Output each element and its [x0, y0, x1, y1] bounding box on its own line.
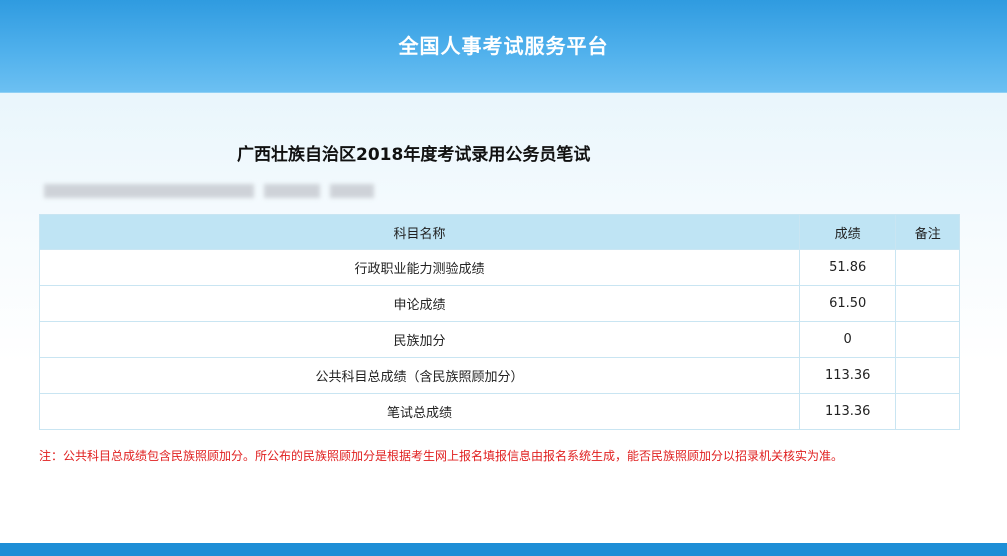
- table-row: 申论成绩 61.50: [39, 285, 960, 322]
- header-note: 备注: [895, 214, 960, 250]
- row-score: 61.50: [798, 285, 897, 322]
- header-score: 成绩: [798, 214, 897, 250]
- row-note: [895, 357, 960, 394]
- table-row: 民族加分 0: [39, 321, 960, 358]
- redacted-candidate-info: [44, 184, 254, 198]
- row-score: 0: [798, 321, 897, 358]
- row-note: [895, 285, 960, 322]
- row-score: 113.36: [798, 393, 897, 430]
- row-subject: 民族加分: [39, 321, 800, 358]
- redacted-candidate-name: [330, 184, 374, 198]
- site-title: 全国人事考试服务平台: [398, 34, 609, 58]
- row-subject: 公共科目总成绩（含民族照顾加分）: [39, 357, 800, 394]
- score-table: 科目名称 成绩 备注 行政职业能力测验成绩 51.86 申论成绩 61.50 民…: [39, 214, 960, 430]
- row-note: [895, 321, 960, 358]
- site-header: 全国人事考试服务平台: [0, 0, 1007, 93]
- table-header-row: 科目名称 成绩 备注: [39, 214, 960, 250]
- table-row: 公共科目总成绩（含民族照顾加分） 113.36: [39, 357, 960, 394]
- footer-bar: [0, 543, 1007, 556]
- row-score: 51.86: [798, 249, 897, 286]
- row-note: [895, 249, 960, 286]
- redacted-candidate-id: [264, 184, 320, 198]
- disclaimer-note: 注：公共科目总成绩包含民族照顾加分。所公布的民族照顾加分是根据考生网上报名填报信…: [39, 449, 844, 463]
- row-subject: 申论成绩: [39, 285, 800, 322]
- row-note: [895, 393, 960, 430]
- table-row: 行政职业能力测验成绩 51.86: [39, 249, 960, 286]
- header-subject: 科目名称: [39, 214, 800, 250]
- row-subject: 笔试总成绩: [39, 393, 800, 430]
- exam-title: 广西壮族自治区2018年度考试录用公务员笔试: [237, 145, 591, 165]
- table-row: 笔试总成绩 113.36: [39, 393, 960, 430]
- row-score: 113.36: [798, 357, 897, 394]
- row-subject: 行政职业能力测验成绩: [39, 249, 800, 286]
